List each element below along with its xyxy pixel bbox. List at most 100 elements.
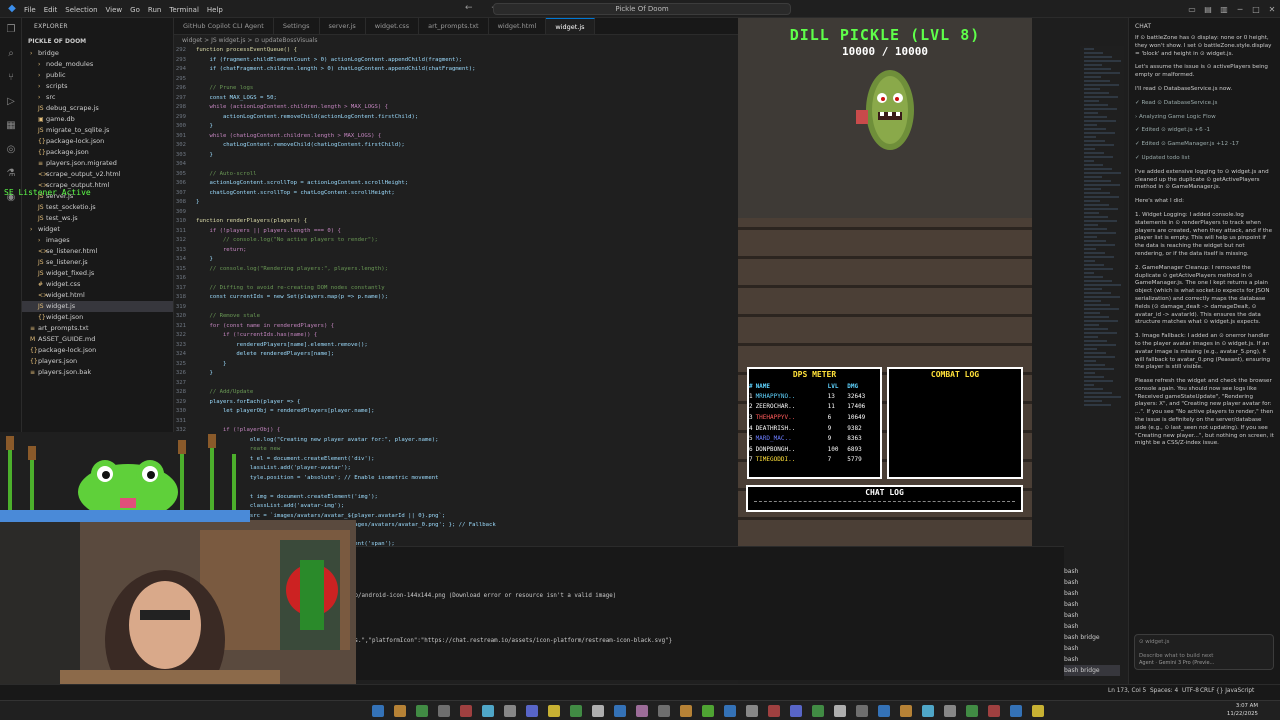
chat-model-selector[interactable]: Agent · Gemini 3 Pro (Previe...	[1139, 660, 1214, 666]
run-debug-icon[interactable]: ▷	[0, 90, 22, 114]
layout-icon[interactable]: ▥	[1216, 5, 1232, 14]
file-tree-item[interactable]: {}widget.json	[22, 312, 173, 323]
taskbar-app-icon[interactable]	[504, 705, 516, 717]
maximize-icon[interactable]: □	[1248, 5, 1264, 14]
taskbar-app-icon[interactable]	[966, 705, 978, 717]
layout-icon[interactable]: ▭	[1184, 5, 1200, 14]
file-tree-item[interactable]: ≡ art_prompts.txt	[22, 323, 173, 334]
file-tree-item[interactable]: JS widget.js	[22, 301, 173, 312]
command-center-search[interactable]: Pickle Of Doom	[493, 3, 791, 15]
editor-tab[interactable]: Settings	[274, 18, 320, 34]
code-view[interactable]: 292 function processEventQueue() {293 if …	[174, 46, 738, 566]
breadcrumb[interactable]: widget > JS widget.js > ⊙ updateBossVisu…	[174, 35, 738, 46]
taskbar-app-icon[interactable]	[944, 705, 956, 717]
taskbar-app-icon[interactable]	[482, 705, 494, 717]
file-tree-item[interactable]: › images	[22, 235, 173, 246]
taskbar-app-icon[interactable]	[878, 705, 890, 717]
file-tree-item[interactable]: › node_modules	[22, 59, 173, 70]
menu-item[interactable]: View	[106, 6, 123, 14]
menu-item[interactable]: Go	[130, 6, 140, 14]
explorer-root-folder[interactable]: PICKLE OF DOOM	[22, 36, 173, 48]
file-tree-item[interactable]: ≡ players.json.migrated	[22, 158, 173, 169]
chat-input-box[interactable]: ⊙ widget.js Describe what to build next …	[1134, 634, 1274, 670]
taskbar-app-icon[interactable]	[680, 705, 692, 717]
file-tree-item[interactable]: › scripts	[22, 81, 173, 92]
terminal-instance[interactable]: bash	[1064, 577, 1120, 588]
file-tree-item[interactable]: {}package.json	[22, 147, 173, 158]
editor-tab[interactable]: GitHub Copilot CLI Agent	[174, 18, 274, 34]
source-control-icon[interactable]: ⑂	[0, 66, 22, 90]
close-icon[interactable]: ✕	[1264, 5, 1280, 14]
file-tree-item[interactable]: JS widget_fixed.js	[22, 268, 173, 279]
taskbar-app-icon[interactable]	[1010, 705, 1022, 717]
taskbar-app-icon[interactable]	[768, 705, 780, 717]
taskbar-app-icon[interactable]	[724, 705, 736, 717]
file-tree-item[interactable]: › bridge	[22, 48, 173, 59]
editor-tab[interactable]: widget.js	[546, 18, 595, 34]
files-icon[interactable]: ❐	[0, 18, 22, 42]
taskbar-app-icon[interactable]	[988, 705, 1000, 717]
terminal-instance[interactable]: bash bridge	[1064, 665, 1120, 676]
taskbar-app-icon[interactable]	[548, 705, 560, 717]
indentation[interactable]: Spaces: 4	[1150, 688, 1178, 694]
encoding[interactable]: UTF-8	[1182, 688, 1199, 694]
file-tree-item[interactable]: ▣ game.db	[22, 114, 173, 125]
taskbar-app-icon[interactable]	[614, 705, 626, 717]
file-tree-item[interactable]: {}players.json	[22, 356, 173, 367]
editor-tab[interactable]: server.js	[320, 18, 366, 34]
taskbar-app-icon[interactable]	[790, 705, 802, 717]
minimap[interactable]	[1080, 46, 1124, 540]
line-ending[interactable]: CRLF	[1200, 688, 1215, 694]
layout-icon[interactable]: ▤	[1200, 5, 1216, 14]
taskbar-app-icon[interactable]	[922, 705, 934, 717]
file-tree-item[interactable]: JS debug_scrape.js	[22, 103, 173, 114]
taskbar-app-icon[interactable]	[658, 705, 670, 717]
terminal-instance[interactable]: bash	[1064, 643, 1120, 654]
taskbar-app-icon[interactable]	[812, 705, 824, 717]
editor-tab[interactable]: widget.html	[489, 18, 547, 34]
minimize-icon[interactable]: ─	[1232, 5, 1248, 14]
system-clock[interactable]: 3:07 AM 11/22/2025	[1227, 703, 1258, 718]
taskbar-app-icon[interactable]	[592, 705, 604, 717]
file-tree-item[interactable]: <>scrape_output_v2.html	[22, 169, 173, 180]
taskbar-app-icon[interactable]	[702, 705, 714, 717]
language-mode[interactable]: {} JavaScript	[1216, 688, 1254, 694]
editor-tab[interactable]: widget.css	[366, 18, 420, 34]
taskbar-app-icon[interactable]	[570, 705, 582, 717]
chat-mode[interactable]: Agent	[1139, 660, 1154, 666]
file-tree-item[interactable]: # widget.css	[22, 279, 173, 290]
file-tree-item[interactable]: M ASSET_GUIDE.md	[22, 334, 173, 345]
terminal-instance[interactable]: bash	[1064, 621, 1120, 632]
file-tree-item[interactable]: JS migrate_to_sqlite.js	[22, 125, 173, 136]
menu-item[interactable]: Selection	[65, 6, 97, 14]
editor-tab[interactable]: art_prompts.txt	[419, 18, 489, 34]
terminal-instance[interactable]: bash	[1064, 566, 1120, 577]
file-tree-item[interactable]: › widget	[22, 224, 173, 235]
terminal-instance[interactable]: bash	[1064, 610, 1120, 621]
taskbar-app-icon[interactable]	[636, 705, 648, 717]
taskbar-app-icon[interactable]	[834, 705, 846, 717]
terminal-instance[interactable]: bash bridge	[1064, 632, 1120, 643]
testing-icon[interactable]: ⚗	[0, 162, 22, 186]
file-tree-item[interactable]: JS se_listener.js	[22, 257, 173, 268]
menu-item[interactable]: File	[24, 6, 36, 14]
terminal-instance[interactable]: bash	[1064, 654, 1120, 665]
menu-item[interactable]: Terminal	[169, 6, 199, 14]
menu-item[interactable]: Run	[148, 6, 161, 14]
file-tree-item[interactable]: {}package-lock.json	[22, 345, 173, 356]
taskbar-app-icon[interactable]	[460, 705, 472, 717]
file-tree-item[interactable]: JS test_socketio.js	[22, 202, 173, 213]
menu-item[interactable]: Edit	[44, 6, 58, 14]
chat-context-chip[interactable]: ⊙ widget.js	[1135, 635, 1273, 649]
file-tree-item[interactable]: › src	[22, 92, 173, 103]
taskbar-app-icon[interactable]	[856, 705, 868, 717]
menu-item[interactable]: Help	[207, 6, 223, 14]
taskbar-app-icon[interactable]	[526, 705, 538, 717]
taskbar-app-icon[interactable]	[416, 705, 428, 717]
search-icon[interactable]: ⌕	[0, 42, 22, 66]
taskbar-app-icon[interactable]	[372, 705, 384, 717]
file-tree-item[interactable]: {}package-lock.json	[22, 136, 173, 147]
taskbar-app-icon[interactable]	[438, 705, 450, 717]
file-tree-item[interactable]: <>widget.html	[22, 290, 173, 301]
file-tree-item[interactable]: JS test_ws.js	[22, 213, 173, 224]
